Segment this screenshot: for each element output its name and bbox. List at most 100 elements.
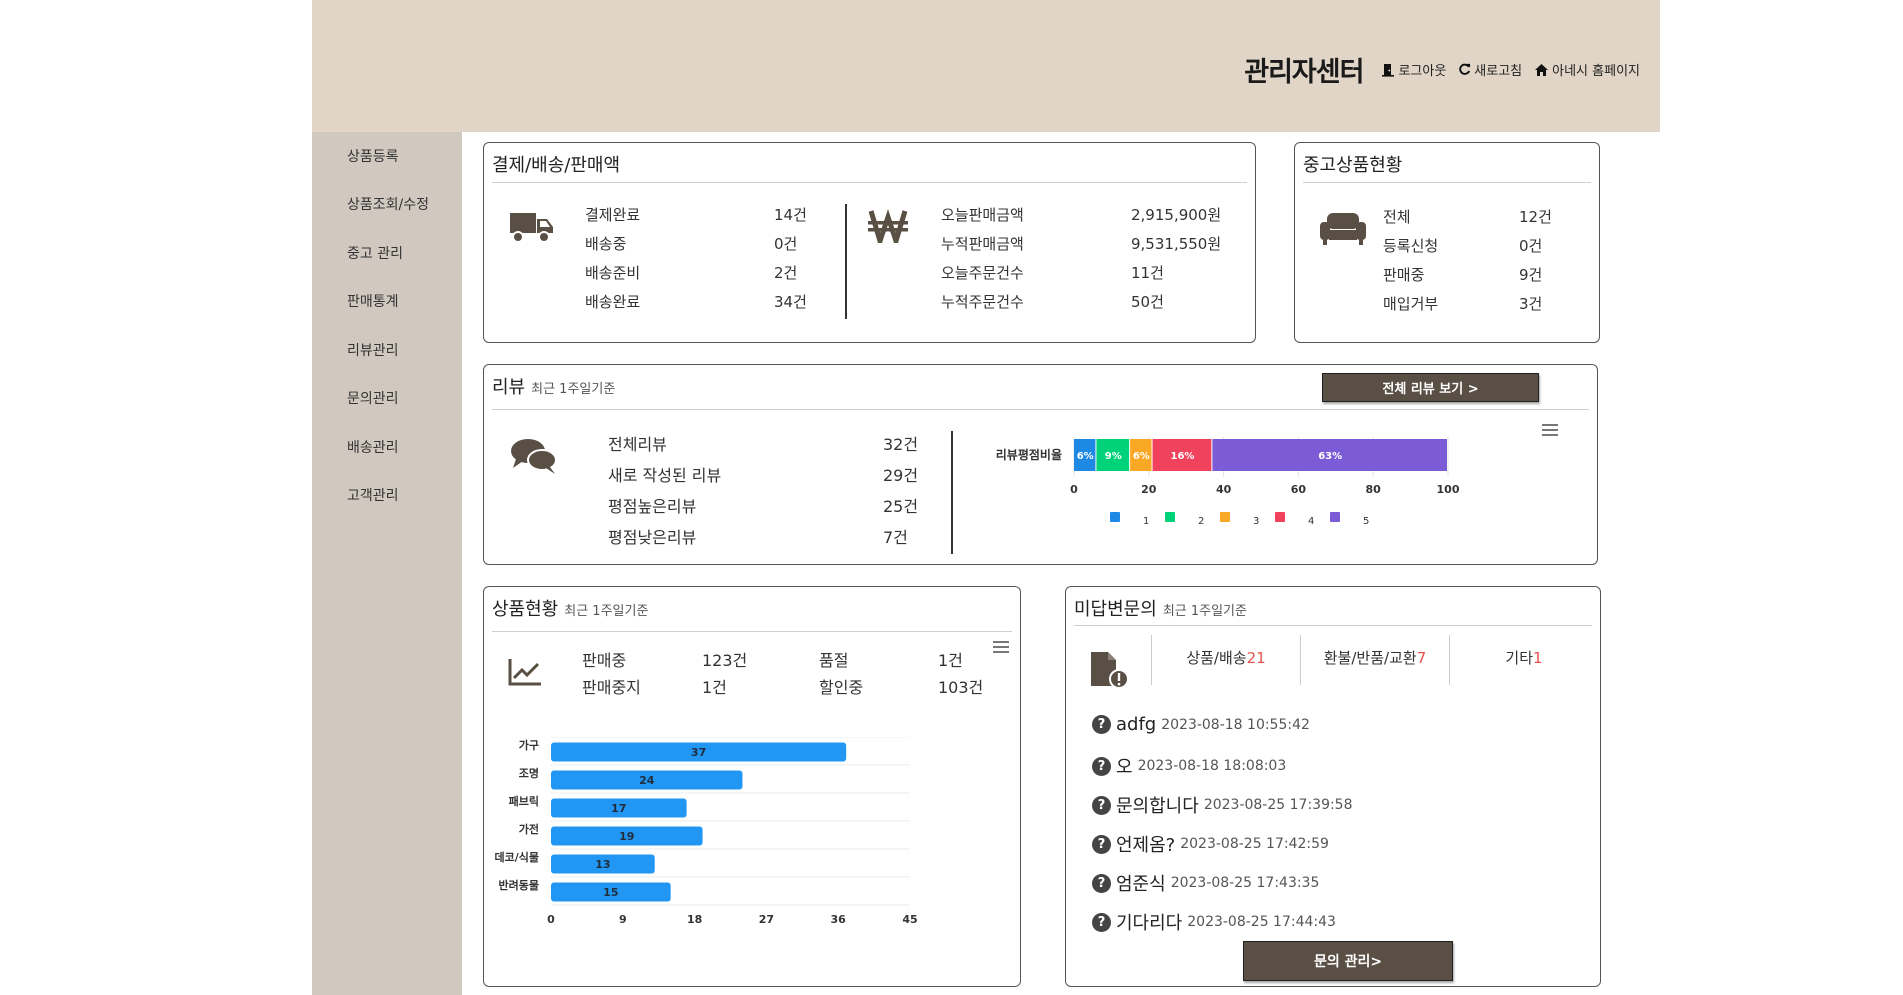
door-icon	[1381, 63, 1395, 77]
inquiry-item-time: 2023-08-18 10:55:42	[1161, 716, 1310, 733]
product-status-card: 상품현황 최근 1주일기준 판매중 123건 품절 1건 판매중지 1건 할인중 …	[483, 586, 1021, 987]
tab-other[interactable]: 기타1	[1450, 647, 1598, 668]
payment-card: 결제/배송/판매액 결제완료 14건 배송중 0건 배송준비 2건 배송완료 3…	[483, 142, 1256, 343]
view-all-reviews-button[interactable]: 전체 리뷰 보기 >	[1322, 373, 1539, 402]
delivery-row-value: 14건	[774, 206, 807, 224]
review-card: 리뷰 최근 1주일기준 전체 리뷰 보기 > 전체리뷰 32건 새로 작성된 리뷰…	[483, 364, 1598, 565]
category-label: 가전	[519, 822, 539, 836]
product-stat-label: 할인중	[819, 678, 864, 697]
divider	[1074, 625, 1592, 626]
axis-tick-label: 40	[1216, 483, 1232, 496]
legend-swatch	[1330, 512, 1340, 522]
product-card-title: 상품현황 최근 1주일기준	[492, 595, 648, 621]
product-stat-value: 103건	[938, 678, 984, 697]
chart-menu-icon[interactable]	[993, 641, 1009, 653]
divider	[492, 182, 1247, 183]
homepage-label: 아네시 홈페이지	[1552, 64, 1640, 79]
tab-label: 상품/배송	[1186, 649, 1247, 667]
axis-tick-label: 9	[619, 913, 627, 926]
sidebar-item-used[interactable]: 중고 관리	[347, 243, 403, 263]
delivery-row-value: 34건	[774, 293, 807, 311]
sidebar-item-inquiries[interactable]: 문의관리	[347, 388, 399, 408]
inquiry-list-item[interactable]: ? adfg 2023-08-18 10:55:42	[1092, 714, 1310, 735]
axis-tick-label: 60	[1291, 483, 1307, 496]
divider	[845, 204, 847, 319]
inquiry-item-time: 2023-08-25 17:42:59	[1180, 836, 1329, 852]
product-stat-value: 123건	[702, 651, 748, 670]
delivery-row-value: 2건	[774, 264, 798, 282]
sales-row-label: 누적주문건수	[941, 293, 1024, 311]
logout-label: 로그아웃	[1398, 64, 1447, 79]
review-title: 리뷰	[492, 377, 526, 398]
axis-tick-label: 36	[831, 913, 847, 926]
sales-row-value: 9,531,550원	[1131, 235, 1222, 253]
axis-tick-label: 18	[687, 913, 702, 926]
axis-tick-label: 0	[547, 913, 555, 926]
home-icon	[1534, 63, 1549, 77]
tab-refund-return[interactable]: 환불/반품/교환7	[1301, 647, 1449, 668]
sales-row-value: 2,915,900원	[1131, 206, 1222, 224]
sidebar-item-customers[interactable]: 고객관리	[347, 485, 399, 505]
inquiry-list-item[interactable]: ? 언제옴? 2023-08-25 17:42:59	[1092, 831, 1329, 857]
product-stat-value: 1건	[938, 651, 963, 670]
logout-link[interactable]: 로그아웃	[1381, 60, 1446, 79]
inquiry-list-item[interactable]: ? 기다리다 2023-08-25 17:44:43	[1092, 909, 1336, 935]
refresh-icon	[1458, 63, 1471, 76]
used-row-value: 3건	[1519, 295, 1543, 313]
inquiry-item-title: 언제옴?	[1116, 835, 1176, 856]
inquiry-item-time: 2023-08-25 17:44:43	[1187, 914, 1336, 930]
header-nav: 관리자센터 로그아웃 새로고침 아네시 홈페이지	[1244, 50, 1640, 89]
used-row-value: 12건	[1519, 208, 1552, 226]
admin-app: 관리자센터 로그아웃 새로고침 아네시 홈페이지 상품등록 상품조회/수정 중고…	[312, 0, 1660, 995]
tab-label: 기타	[1505, 649, 1534, 667]
delivery-row-value: 0건	[774, 235, 798, 253]
question-mark-icon: ?	[1092, 834, 1111, 854]
sales-row-value: 11건	[1131, 264, 1164, 282]
sidebar-item-product-register[interactable]: 상품등록	[347, 146, 399, 166]
axis-tick-label: 80	[1366, 483, 1382, 496]
payment-card-title: 결제/배송/판매액	[492, 155, 621, 176]
product-stat-label: 판매중지	[582, 678, 641, 697]
axis-tick-label: 20	[1141, 483, 1157, 496]
used-card-title: 중고상품현황	[1303, 155, 1403, 176]
inquiry-list-item[interactable]: ? 문의합니다 2023-08-25 17:39:58	[1092, 792, 1353, 818]
truck-icon	[510, 209, 554, 249]
bar-value-label: 17	[611, 802, 626, 815]
divider	[1303, 182, 1591, 183]
sidebar-item-sales-stats[interactable]: 판매통계	[347, 291, 399, 311]
category-label: 조명	[519, 766, 539, 780]
inquiry-item-time: 2023-08-25 17:43:35	[1170, 875, 1320, 891]
question-mark-icon: ?	[1092, 873, 1111, 893]
axis-tick-label: 100	[1437, 483, 1460, 496]
inquiry-item-time: 2023-08-18 18:08:03	[1137, 758, 1287, 774]
sidebar-item-product-search[interactable]: 상품조회/수정	[347, 194, 429, 214]
question-mark-icon: ?	[1092, 715, 1111, 734]
inquiry-list-item[interactable]: ? 엄준식 2023-08-25 17:43:35	[1092, 870, 1319, 896]
sidebar-item-reviews[interactable]: 리뷰관리	[347, 340, 399, 360]
legend-label: 4	[1308, 516, 1314, 527]
chart-menu-icon[interactable]	[1542, 424, 1558, 436]
refresh-link[interactable]: 새로고침	[1458, 60, 1522, 79]
bar-value-label: 37	[691, 746, 706, 759]
homepage-link[interactable]: 아네시 홈페이지	[1534, 60, 1640, 79]
tab-count: 21	[1246, 649, 1266, 667]
category-label: 반려동물	[499, 878, 539, 892]
tab-label: 환불/반품/교환	[1323, 649, 1417, 667]
inquiry-card: 미답변문의 최근 1주일기준 상품/배송21 환불/반품/교환7 기타1 ? ad…	[1065, 586, 1601, 987]
bar-value-label: 24	[639, 774, 655, 787]
sidebar-item-delivery[interactable]: 배송관리	[347, 437, 399, 457]
legend-label: 2	[1198, 516, 1204, 527]
question-mark-icon: ?	[1092, 795, 1111, 815]
category-label: 패브릭	[509, 794, 539, 808]
delivery-row-label: 배송준비	[585, 264, 641, 282]
inquiry-item-title: adfg	[1116, 714, 1157, 735]
sales-row-value: 50건	[1131, 293, 1164, 311]
manage-inquiries-button[interactable]: 문의 관리>	[1243, 941, 1453, 981]
question-mark-icon: ?	[1092, 756, 1111, 776]
product-title: 상품현황	[492, 599, 559, 620]
legend-label: 3	[1253, 516, 1259, 527]
segment-label: 63%	[1318, 451, 1342, 462]
tab-product-delivery[interactable]: 상품/배송21	[1152, 647, 1300, 668]
inquiry-card-title: 미답변문의 최근 1주일기준	[1074, 595, 1247, 621]
inquiry-list-item[interactable]: ? 오 2023-08-18 18:08:03	[1092, 753, 1286, 779]
